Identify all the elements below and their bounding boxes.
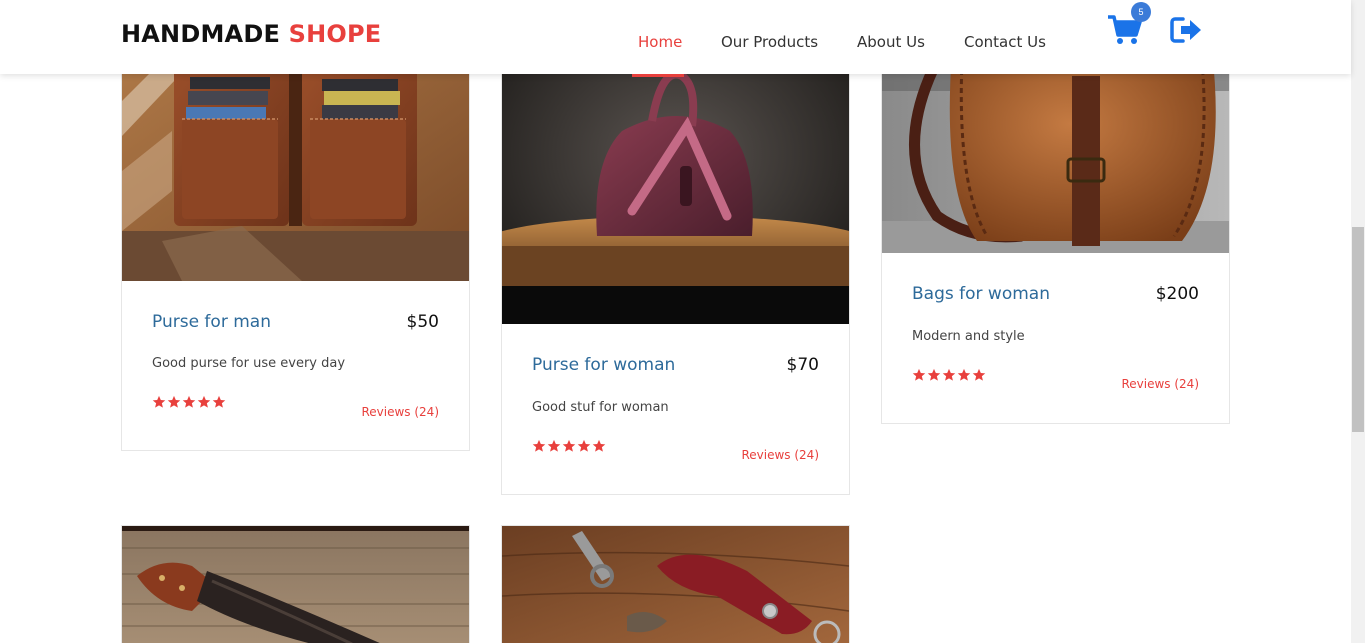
product-price: $200 xyxy=(1155,284,1199,304)
brand-main: HANDMADE xyxy=(121,20,281,48)
product-title[interactable]: Bags for woman xyxy=(912,284,1050,304)
star-icon xyxy=(942,368,956,382)
product-price: $70 xyxy=(786,355,819,375)
reviews-link[interactable]: Reviews (24) xyxy=(361,405,439,419)
product-image-handbag[interactable] xyxy=(502,41,849,324)
product-card[interactable] xyxy=(121,525,470,643)
star-icon xyxy=(197,395,211,409)
star-icon xyxy=(577,439,591,453)
star-icon xyxy=(912,368,926,382)
page-scrollbar-thumb[interactable] xyxy=(1352,227,1364,432)
product-title[interactable]: Purse for man xyxy=(152,312,271,332)
star-icon xyxy=(167,395,181,409)
product-image-knife-sheath[interactable] xyxy=(122,526,469,643)
rating-stars xyxy=(912,368,986,382)
product-card[interactable]: Bags for woman $200 Modern and style Rev… xyxy=(881,40,1230,424)
product-image-keychain[interactable] xyxy=(502,526,849,643)
nav-contact-us[interactable]: Contact Us xyxy=(964,33,1046,51)
product-description: Good stuf for woman xyxy=(532,400,669,415)
product-card[interactable]: Purse for woman $70 Good stuf for woman … xyxy=(501,40,850,495)
star-icon xyxy=(957,368,971,382)
reviews-link[interactable]: Reviews (24) xyxy=(1121,377,1199,391)
product-image-wallet[interactable] xyxy=(122,41,469,281)
reviews-link[interactable]: Reviews (24) xyxy=(741,448,819,462)
product-card[interactable]: Purse for man $50 Good purse for use eve… xyxy=(121,40,470,451)
product-description: Good purse for use every day xyxy=(152,356,346,371)
cart-count-badge: 5 xyxy=(1131,2,1151,22)
site-logo[interactable]: HANDMADE SHOPE xyxy=(121,20,381,48)
nav-about-us[interactable]: About Us xyxy=(857,33,925,51)
brand-accent: SHOPE xyxy=(288,20,382,48)
product-details: Purse for woman $70 Good stuf for woman … xyxy=(502,324,849,494)
product-details: Purse for man $50 Good purse for use eve… xyxy=(122,281,469,451)
nav-our-products[interactable]: Our Products xyxy=(721,33,818,51)
product-details: Bags for woman $200 Modern and style Rev… xyxy=(882,253,1229,423)
star-icon xyxy=(547,439,561,453)
product-title[interactable]: Purse for woman xyxy=(532,355,675,375)
star-icon xyxy=(972,368,986,382)
star-icon xyxy=(532,439,546,453)
star-icon xyxy=(182,395,196,409)
logout-icon[interactable] xyxy=(1169,14,1203,46)
product-price: $50 xyxy=(406,312,439,332)
rating-stars xyxy=(532,439,606,453)
nav-home[interactable]: Home xyxy=(638,33,682,51)
rating-stars xyxy=(152,395,226,409)
star-icon xyxy=(927,368,941,382)
product-description: Modern and style xyxy=(912,329,1025,344)
nav-active-indicator xyxy=(632,74,684,77)
star-icon xyxy=(212,395,226,409)
star-icon xyxy=(592,439,606,453)
product-card[interactable] xyxy=(501,525,850,643)
star-icon xyxy=(562,439,576,453)
star-icon xyxy=(152,395,166,409)
